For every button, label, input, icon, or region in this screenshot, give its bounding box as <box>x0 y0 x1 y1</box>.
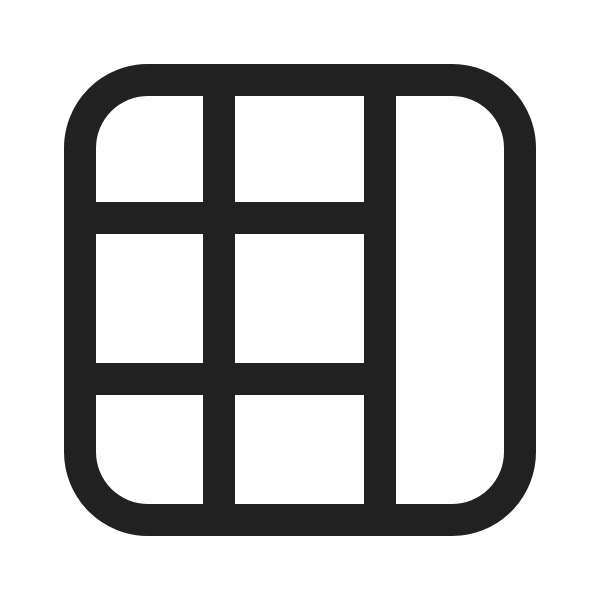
icon-canvas <box>0 0 600 600</box>
table-freeze-column-icon <box>64 64 536 536</box>
outer-frame <box>64 64 536 536</box>
